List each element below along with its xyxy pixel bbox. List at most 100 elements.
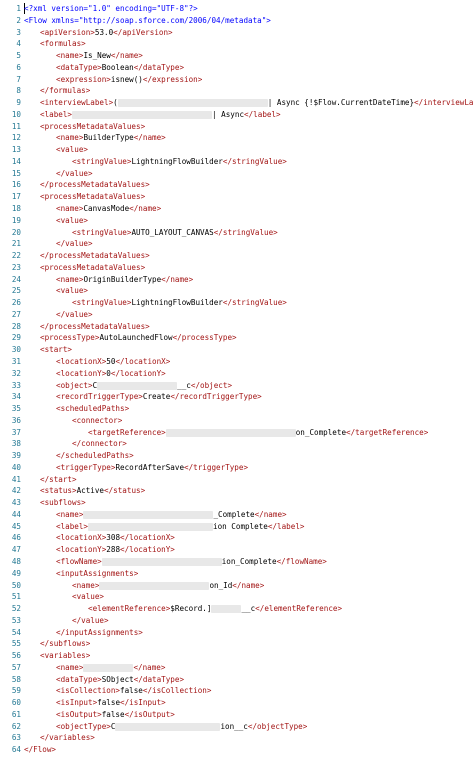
xml-tag: <name> bbox=[56, 509, 84, 519]
code-line[interactable]: 34 <recordTriggerType>Create</recordTrigg… bbox=[0, 391, 474, 403]
code-line[interactable]: 9 <interviewLabel>(| Async {!$Flow.Curren… bbox=[0, 97, 474, 109]
code-line[interactable]: 26 <stringValue>LightningFlowBuilder</str… bbox=[0, 297, 474, 309]
code-line[interactable]: 6 <dataType>Boolean</dataType> bbox=[0, 62, 474, 74]
code-line[interactable]: 44 <name> _Complete</name> bbox=[0, 509, 474, 521]
code-line[interactable]: 21 </value> bbox=[0, 238, 474, 250]
code-line[interactable]: 49 <inputAssignments> bbox=[0, 568, 474, 580]
xml-tag: <inputAssignments> bbox=[56, 568, 139, 578]
code-line[interactable]: 3 <apiVersion>53.0</apiVersion> bbox=[0, 27, 474, 39]
code-line[interactable]: 20 <stringValue>AUTO_LAYOUT_CANVAS</strin… bbox=[0, 227, 474, 239]
line-text: </value> bbox=[24, 615, 474, 627]
code-line[interactable]: 62 <objectType>C ion__c</objectType> bbox=[0, 721, 474, 733]
code-line[interactable]: 64 </Flow> bbox=[0, 744, 474, 756]
code-line[interactable]: 12 <name>BuilderType</name> bbox=[0, 132, 474, 144]
code-line[interactable]: 14 <stringValue>LightningFlowBuilder</str… bbox=[0, 156, 474, 168]
code-line[interactable]: 48 <flowName> ion_Complete</flowName> bbox=[0, 556, 474, 568]
code-line[interactable]: 17 <processMetadataValues> bbox=[0, 191, 474, 203]
code-line[interactable]: 46 <locationX>308</locationX> bbox=[0, 532, 474, 544]
xml-value: _Complete bbox=[213, 509, 255, 519]
code-line[interactable]: 33 <object>C __c</object> bbox=[0, 380, 474, 392]
code-line[interactable]: 57 <name> </name> bbox=[0, 662, 474, 674]
line-number: 56 bbox=[11, 651, 21, 661]
line-text: </value> bbox=[24, 309, 474, 321]
code-line[interactable]: 53 </value> bbox=[0, 615, 474, 627]
code-line[interactable]: 61 <isOutput>false</isOutput> bbox=[0, 709, 474, 721]
code-line[interactable]: 40 <triggerType>RecordAfterSave</triggerT… bbox=[0, 462, 474, 474]
line-text: <locationY>0</locationY> bbox=[24, 368, 474, 380]
code-line[interactable]: 35 <scheduledPaths> bbox=[0, 403, 474, 415]
code-line[interactable]: 31 <locationX>50</locationX> bbox=[0, 356, 474, 368]
code-line[interactable]: 25 <value> bbox=[0, 285, 474, 297]
code-line[interactable]: 38 </connector> bbox=[0, 438, 474, 450]
code-line[interactable]: 7 <expression>isnew()</expression> bbox=[0, 74, 474, 86]
code-line[interactable]: 4 <formulas> bbox=[0, 38, 474, 50]
xml-tag: </name> bbox=[110, 51, 143, 61]
line-number: 46 bbox=[11, 533, 21, 543]
code-editor[interactable]: 1 <?xml version="1.0" encoding="UTF-8"?> 2… bbox=[0, 0, 474, 761]
xml-tag: <value> bbox=[56, 145, 89, 155]
code-line[interactable]: 13 <value> bbox=[0, 144, 474, 156]
xml-tag: </status> bbox=[104, 486, 146, 496]
line-number: 55 bbox=[11, 639, 21, 649]
code-line[interactable]: 22 </processMetadataValues> bbox=[0, 250, 474, 262]
xml-tag: </isInput> bbox=[120, 698, 166, 708]
line-number: 16 bbox=[11, 180, 21, 190]
line-number: 11 bbox=[11, 121, 21, 131]
line-text: <name>Is_New</name> bbox=[24, 50, 474, 62]
code-line[interactable]: 24 <name>OriginBuilderType</name> bbox=[0, 274, 474, 286]
code-line[interactable]: 16 </processMetadataValues> bbox=[0, 179, 474, 191]
code-line[interactable]: 37 <targetReference> on_Complete</targetRe… bbox=[0, 427, 474, 439]
code-line[interactable]: 55 </subflows> bbox=[0, 638, 474, 650]
xml-tag: </locationY> bbox=[120, 545, 175, 555]
code-line[interactable]: 45 <label> ion Complete</label> bbox=[0, 521, 474, 533]
xml-tag: </scheduledPaths> bbox=[56, 451, 134, 461]
code-line[interactable]: 43 <subflows> bbox=[0, 497, 474, 509]
code-line[interactable]: 52 <elementReference>$Record.] __c</elemen… bbox=[0, 603, 474, 615]
code-line[interactable]: 27 </value> bbox=[0, 309, 474, 321]
code-line[interactable]: 42 <status>Active</status> bbox=[0, 485, 474, 497]
line-number: 37 bbox=[11, 427, 21, 437]
xml-tag: <value> bbox=[56, 215, 89, 225]
line-text: <interviewLabel>(| Async {!$Flow.Current… bbox=[24, 97, 474, 109]
code-line[interactable]: 5 <name>Is_New</name> bbox=[0, 50, 474, 62]
line-text: <apiVersion>53.0</apiVersion> bbox=[24, 27, 474, 39]
redacted-text bbox=[115, 722, 221, 731]
code-line[interactable]: 11 <processMetadataValues> bbox=[0, 121, 474, 133]
code-line[interactable]: 32 <locationY>0</locationY> bbox=[0, 368, 474, 380]
code-line[interactable]: 30 <start> bbox=[0, 344, 474, 356]
xml-value: __c bbox=[241, 604, 256, 614]
code-line[interactable]: 47 <locationY>288</locationY> bbox=[0, 544, 474, 556]
xml-tag: </subflows> bbox=[40, 639, 91, 649]
code-line[interactable]: 39 </scheduledPaths> bbox=[0, 450, 474, 462]
code-line[interactable]: 1 <?xml version="1.0" encoding="UTF-8"?> bbox=[0, 3, 474, 15]
code-line[interactable]: 29 <processType>AutoLaunchedFlow</process… bbox=[0, 332, 474, 344]
xml-value: ion__c bbox=[220, 721, 248, 731]
code-line[interactable]: 51 <value> bbox=[0, 591, 474, 603]
code-line[interactable]: 19 <value> bbox=[0, 215, 474, 227]
code-line[interactable]: 8 </formulas> bbox=[0, 85, 474, 97]
line-text: <triggerType>RecordAfterSave</triggerTyp… bbox=[24, 462, 474, 474]
code-line[interactable]: 50 <name> on_Id</name> bbox=[0, 580, 474, 592]
xml-tag: </value> bbox=[56, 168, 93, 178]
code-line[interactable]: 59 <isCollection>false</isCollection> bbox=[0, 685, 474, 697]
xml-tag: <elementReference> bbox=[88, 604, 171, 614]
line-number: 40 bbox=[11, 462, 21, 472]
code-line[interactable]: 56 <variables> bbox=[0, 650, 474, 662]
line-number: 32 bbox=[11, 368, 21, 378]
xml-tag: <isInput> bbox=[56, 698, 98, 708]
code-line[interactable]: 60 <isInput>false</isInput> bbox=[0, 697, 474, 709]
line-number: 27 bbox=[11, 309, 21, 319]
code-line[interactable]: 18 <name>CanvasMode</name> bbox=[0, 203, 474, 215]
code-line[interactable]: 23 <processMetadataValues> bbox=[0, 262, 474, 274]
code-line[interactable]: 2 <Flow xmlns="http://soap.sforce.com/200… bbox=[0, 15, 474, 27]
code-line[interactable]: 10 <label> | Async</label> bbox=[0, 109, 474, 121]
code-line[interactable]: 15 </value> bbox=[0, 168, 474, 180]
xml-tag: </name> bbox=[254, 509, 287, 519]
code-line[interactable]: 54 </inputAssignments> bbox=[0, 627, 474, 639]
xml-value: | Async bbox=[212, 109, 245, 119]
code-line[interactable]: 58 <dataType>SObject</dataType> bbox=[0, 674, 474, 686]
code-line[interactable]: 36 <connector> bbox=[0, 415, 474, 427]
code-line[interactable]: 41 </start> bbox=[0, 474, 474, 486]
code-line[interactable]: 28 </processMetadataValues> bbox=[0, 321, 474, 333]
code-line[interactable]: 63 </variables> bbox=[0, 732, 474, 744]
